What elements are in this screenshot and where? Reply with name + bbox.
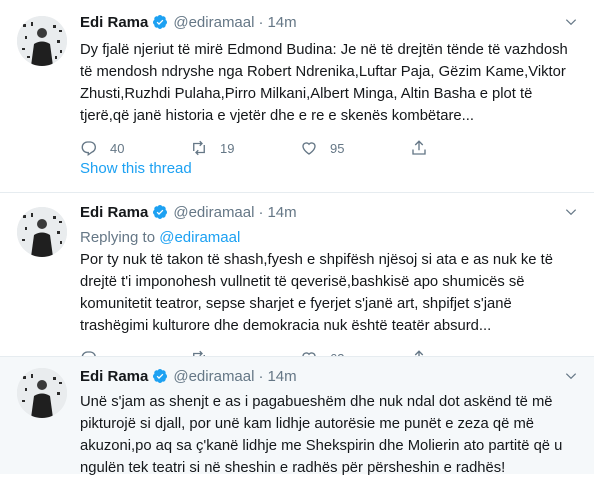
avatar[interactable] bbox=[17, 16, 67, 66]
verified-badge-icon bbox=[153, 369, 168, 383]
tweet-header: Edi Rama @ediramaal · 14m bbox=[80, 361, 580, 391]
tweet-2[interactable]: Edi Rama @ediramaal · 14m Replying to @e… bbox=[0, 192, 594, 367]
replying-to-prefix: Replying to bbox=[80, 229, 156, 246]
author-handle[interactable]: @ediramaal bbox=[173, 368, 254, 385]
separator-dot: · bbox=[258, 13, 264, 31]
tweet-1[interactable]: Edi Rama @ediramaal · 14m Dy fjalë njeri… bbox=[0, 0, 594, 192]
tweet-time[interactable]: 14m bbox=[267, 14, 296, 31]
chevron-down-icon[interactable] bbox=[564, 205, 578, 219]
tweet-3[interactable]: Edi Rama @ediramaal · 14m Unë s'jam as s… bbox=[0, 356, 594, 476]
author-name[interactable]: Edi Rama bbox=[80, 368, 148, 385]
share-button[interactable] bbox=[410, 139, 440, 157]
chevron-down-icon[interactable] bbox=[564, 15, 578, 29]
share-icon bbox=[412, 140, 426, 155]
author-handle[interactable]: @ediramaal bbox=[173, 14, 254, 31]
like-count: 95 bbox=[330, 140, 345, 156]
author-handle[interactable]: @ediramaal bbox=[173, 204, 254, 221]
tweet-header: Edi Rama @ediramaal · 14m bbox=[80, 7, 580, 37]
tweet-header: Edi Rama @ediramaal · 14m bbox=[80, 197, 580, 227]
author-name[interactable]: Edi Rama bbox=[80, 204, 148, 221]
tweet-text: Por ty nuk të takon të shash,fyesh e shp… bbox=[80, 252, 553, 334]
tweet-text: Dy fjalë njeriut të mirë Edmond Budina: … bbox=[80, 42, 568, 124]
retweet-icon bbox=[193, 140, 205, 156]
verified-badge-icon bbox=[153, 205, 168, 219]
retweet-button[interactable]: 19 bbox=[190, 139, 300, 157]
reply-count: 40 bbox=[110, 140, 125, 156]
replying-to-mention[interactable]: @ediramaal bbox=[159, 229, 240, 246]
heart-icon bbox=[302, 142, 316, 155]
tweet-time[interactable]: 14m bbox=[267, 204, 296, 221]
avatar[interactable] bbox=[17, 368, 67, 418]
retweet-count: 19 bbox=[220, 140, 235, 156]
verified-badge-icon bbox=[153, 15, 168, 29]
reply-button[interactable]: 40 bbox=[80, 139, 190, 157]
separator-dot: · bbox=[258, 203, 264, 221]
reply-icon bbox=[81, 141, 96, 157]
show-thread-link[interactable]: Show this thread bbox=[80, 160, 192, 177]
avatar[interactable] bbox=[17, 207, 67, 257]
tweet-text: Unë s'jam as shenjt e as i pagabueshëm d… bbox=[80, 394, 563, 476]
replying-to: Replying to @ediramaal bbox=[80, 227, 580, 249]
chevron-down-icon[interactable] bbox=[564, 369, 578, 383]
tweet-actions: 40 19 95 bbox=[80, 136, 580, 160]
tweet-time[interactable]: 14m bbox=[267, 368, 296, 385]
author-name[interactable]: Edi Rama bbox=[80, 14, 148, 31]
separator-dot: · bbox=[258, 367, 264, 385]
like-button[interactable]: 95 bbox=[300, 139, 410, 157]
